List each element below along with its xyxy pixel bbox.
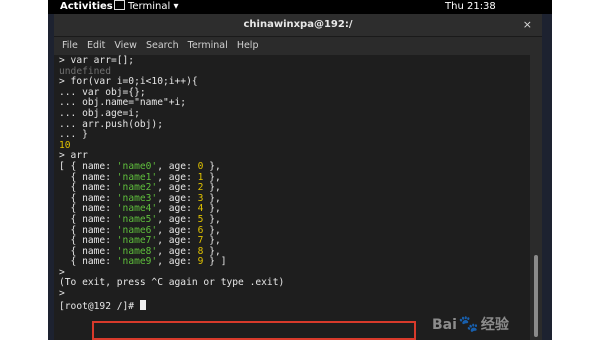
clock[interactable]: Thu 21:38	[445, 0, 496, 14]
terminal-text: , age:	[157, 213, 198, 225]
terminal-text: ... arr.push(obj);	[59, 118, 163, 130]
highlight-box	[92, 321, 416, 340]
terminal-text: ... obj.name="name"+i;	[59, 97, 187, 109]
terminal-text: > var arr=[];	[59, 55, 135, 66]
menu-help[interactable]: Help	[237, 40, 259, 51]
watermark: Bai 🐾 经验	[432, 314, 552, 340]
terminal-line: >	[59, 288, 530, 300]
terminal-text: { name:	[59, 256, 117, 268]
window-title: chinawinxpa@192:/	[243, 19, 353, 30]
terminal-text: undefined	[59, 65, 111, 77]
app-menu[interactable]: Terminal ▾	[114, 0, 178, 14]
menu-terminal[interactable]: Terminal	[188, 40, 228, 51]
terminal-text: },	[203, 224, 221, 236]
terminal-text: },	[203, 182, 221, 194]
terminal-line: 10	[59, 139, 530, 152]
desktop: Activities Terminal ▾ Thu 21:38 chinawin…	[48, 0, 552, 340]
title-bar: chinawinxpa@192:/ ×	[54, 14, 542, 37]
terminal-text: { name:	[59, 171, 117, 183]
terminal-text: 'name9'	[116, 256, 158, 268]
menu-view[interactable]: View	[114, 40, 137, 51]
watermark-suffix: 经验	[480, 317, 509, 333]
menu-edit[interactable]: Edit	[87, 40, 105, 51]
terminal-text: , age:	[157, 171, 198, 183]
close-icon[interactable]: ×	[523, 14, 532, 36]
terminal-text: { name:	[59, 192, 117, 204]
terminal-text: 'name3'	[116, 192, 158, 204]
terminal-text: { name:	[59, 213, 117, 225]
terminal-text: ... var obj={};	[59, 86, 146, 98]
terminal-line: (To exit, press ^C again or type .exit)	[59, 278, 530, 289]
terminal-text: ... obj.age=i;	[59, 107, 140, 119]
terminal-text: },	[203, 235, 221, 247]
terminal-text: 'name2'	[116, 182, 158, 194]
app-menu-label: Terminal ▾	[128, 1, 179, 12]
text-cursor	[139, 299, 146, 310]
terminal-text: { name:	[59, 235, 117, 247]
terminal-text: 'name5'	[116, 213, 158, 225]
terminal-text: [ { name:	[59, 160, 117, 172]
terminal-line: ... arr.push(obj);	[59, 118, 530, 131]
terminal-text: },	[203, 245, 221, 257]
terminal-text: , age:	[157, 160, 198, 172]
terminal-text: 'name7'	[116, 235, 158, 247]
terminal-text: },	[203, 171, 221, 183]
terminal-window: chinawinxpa@192:/ × File Edit View Searc…	[54, 14, 542, 340]
terminal-icon	[114, 0, 125, 10]
terminal-text: 'name8'	[116, 245, 158, 257]
terminal-text: 'name4'	[116, 203, 158, 215]
terminal-text: , age:	[157, 245, 198, 257]
terminal-line: > var arr=[];	[59, 55, 530, 67]
terminal-text: (To exit, press ^C again or type .exit)	[59, 277, 285, 289]
menu-bar: File Edit View Search Terminal Help	[54, 37, 542, 55]
terminal-text: },	[203, 160, 221, 172]
terminal-text: } ]	[203, 256, 227, 268]
terminal-text: , age:	[157, 256, 198, 268]
terminal-text: ... }	[59, 129, 88, 141]
terminal-line: ... }	[59, 129, 530, 141]
terminal-text: , age:	[157, 203, 198, 215]
prompt-line[interactable]: [root@192 /]#	[59, 299, 530, 312]
terminal-text: 'name0'	[116, 160, 158, 172]
terminal-text: >	[59, 288, 65, 300]
terminal-text: > for(var i=0;i<10;i++){	[59, 76, 198, 88]
terminal-text: , age:	[157, 182, 198, 194]
terminal-text: { name:	[59, 224, 117, 236]
terminal-text: >	[59, 266, 65, 278]
terminal-output[interactable]: > var arr=[]; undefined > for(var i=0;i<10…	[54, 55, 530, 340]
terminal-text: 10	[59, 139, 71, 151]
scrollbar[interactable]	[530, 55, 542, 340]
menu-file[interactable]: File	[62, 40, 78, 51]
terminal-text: > arr	[59, 150, 88, 162]
terminal-text: },	[203, 213, 221, 225]
terminal-text: , age:	[157, 192, 198, 204]
terminal-text: , age:	[157, 235, 198, 247]
terminal-text: },	[203, 203, 221, 215]
terminal-text: { name:	[59, 203, 117, 215]
terminal-text: { name:	[59, 182, 117, 194]
terminal-text: 'name6'	[116, 224, 158, 236]
shell-prompt: [root@192 /]#	[59, 300, 140, 312]
terminal-text: , age:	[157, 224, 198, 236]
terminal-text: 'name1'	[116, 171, 158, 183]
paw-icon: 🐾	[458, 314, 479, 333]
terminal-text: },	[203, 192, 221, 204]
terminal-text: { name:	[59, 245, 117, 257]
top-bar: Activities Terminal ▾ Thu 21:38	[48, 0, 552, 14]
watermark-text: Bai	[432, 317, 457, 333]
menu-search[interactable]: Search	[146, 40, 179, 51]
activities-button[interactable]: Activities	[60, 0, 113, 14]
terminal-line: { name: 'name9', age: 9 } ]	[59, 256, 530, 268]
